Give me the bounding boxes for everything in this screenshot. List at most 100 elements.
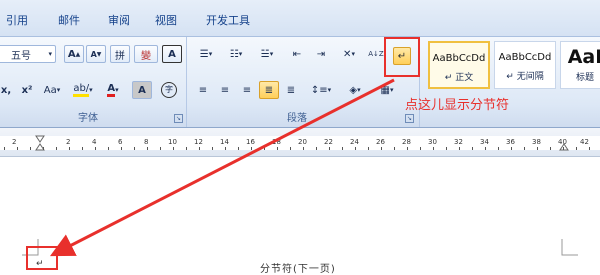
font-size-value: 五号 <box>11 50 31 62</box>
dialog-launcher-icon[interactable]: ↘ <box>174 114 183 123</box>
ruler-tick <box>82 147 83 150</box>
justify-button[interactable]: ≣ <box>259 81 279 99</box>
tab-view[interactable]: 视图 <box>155 12 177 28</box>
style-no-spacing[interactable]: AaBbCcDd ↵ 无间隔 <box>494 41 556 89</box>
char-shading-button[interactable]: A <box>132 81 152 99</box>
ruler-tick <box>420 147 421 150</box>
chevron-down-icon: ▾ <box>351 50 355 58</box>
dialog-launcher-icon[interactable]: ↘ <box>405 114 414 123</box>
change-case-button[interactable]: Aa ▾ <box>40 81 64 99</box>
ruler-label: 34 <box>480 138 489 146</box>
char-border-button[interactable]: A <box>162 45 182 63</box>
ruler-tick <box>537 147 538 150</box>
sort-button[interactable]: A↓Z <box>367 45 385 63</box>
highlight-paragraph-mark <box>26 246 58 270</box>
tab-developer[interactable]: 开发工具 <box>206 12 250 28</box>
decrease-indent-icon: ⇤ <box>292 48 302 60</box>
ruler-label: 2 <box>66 138 71 146</box>
enclose-char-button[interactable]: 字 <box>158 81 180 99</box>
first-line-indent-marker[interactable] <box>35 135 45 143</box>
ruler-label: 14 <box>220 138 229 146</box>
ruler-tick <box>277 147 278 150</box>
chevron-down-icon: ▾ <box>56 86 61 94</box>
shrink-font-button[interactable]: A ▼ <box>86 45 106 63</box>
traditional-chinese-button[interactable]: 變 <box>134 45 158 63</box>
ruler-tick <box>95 147 96 150</box>
ruler-tick <box>355 147 356 150</box>
ribbon-tab-bar: 引用 邮件 审阅 视图 开发工具 <box>0 0 600 36</box>
ruler-label: 26 <box>376 138 385 146</box>
clear-format-button[interactable]: x, <box>0 81 14 99</box>
chevron-down-icon: ▾ <box>208 50 213 58</box>
chevron-down-icon: ▾ <box>48 50 52 58</box>
align-left-button[interactable]: ≡ <box>193 81 213 99</box>
ruler-tick <box>511 147 512 150</box>
ruler-tick <box>173 147 174 150</box>
ruler-tick <box>212 147 213 150</box>
ruler-tick <box>4 147 5 150</box>
ruler-tick <box>446 147 447 150</box>
ruler-label: 18 <box>272 138 281 146</box>
style-heading[interactable]: AaI 标题 <box>560 41 600 89</box>
ruler-label: 24 <box>350 138 359 146</box>
chevron-down-icon: ▾ <box>269 50 274 58</box>
ruler-tick <box>186 147 187 150</box>
increase-indent-icon: ⇥ <box>316 48 326 60</box>
highlight-color-button[interactable]: ab/ ▾ <box>70 81 96 99</box>
ruler-label: 36 <box>506 138 515 146</box>
tab-mailings[interactable]: 邮件 <box>58 12 80 28</box>
ruler-tick <box>17 147 18 150</box>
style-normal[interactable]: AaBbCcDd ↵ 正文 <box>428 41 490 89</box>
align-center-button[interactable]: ≡ <box>215 81 235 99</box>
ruler-tick <box>56 147 57 150</box>
decrease-indent-button[interactable]: ⇤ <box>287 45 307 63</box>
ruler-label: 40 <box>558 138 567 146</box>
ribbon: 五号 ▾ A ▲ A ▼ 拼 變 A x, x² Aa ▾ ab/ ▾ A ▾ A 字… <box>0 36 600 128</box>
tab-review[interactable]: 审阅 <box>108 12 130 28</box>
ruler-tick <box>329 147 330 150</box>
ruler-label: 4 <box>92 138 97 146</box>
chevron-down-icon: ▾ <box>389 86 394 94</box>
ruler-tick <box>290 147 291 150</box>
superscript-button[interactable]: x² <box>18 81 36 99</box>
ruler-tick <box>147 147 148 150</box>
font-size-select[interactable]: 五号 ▾ <box>0 45 56 63</box>
numbering-button[interactable]: ☷ ▾ <box>223 45 249 63</box>
chevron-down-icon: ▾ <box>89 86 93 94</box>
tab-references[interactable]: 引用 <box>6 12 28 28</box>
styles-group: AaBbCcDd ↵ 正文 AaBbCcDd ↵ 无间隔 AaI 标题 <box>420 37 600 127</box>
ruler-label: 8 <box>144 138 149 146</box>
ruler-tick <box>238 147 239 150</box>
increase-indent-button[interactable]: ⇥ <box>311 45 331 63</box>
bullets-button[interactable]: ☰ ▾ <box>193 45 219 63</box>
borders-button[interactable]: ▦ ▾ <box>373 81 401 99</box>
line-spacing-button[interactable]: ↕≡ ▾ <box>307 81 335 99</box>
ruler-label: 6 <box>118 138 123 146</box>
font-color-button[interactable]: A ▾ <box>100 81 126 99</box>
shading-button[interactable]: ◈ ▾ <box>341 81 369 99</box>
ruler-tick <box>121 147 122 150</box>
ruler-tick <box>43 147 44 150</box>
document-page[interactable]: ↵ 分节符(下一页) <box>0 157 600 275</box>
ruler-label: 12 <box>194 138 203 146</box>
chinese-layout-icon: ✕ <box>343 48 352 60</box>
ruler-label: 32 <box>454 138 463 146</box>
ruler-tick <box>342 147 343 150</box>
ruler-tick <box>524 147 525 150</box>
multilevel-list-icon: ☱ <box>260 48 270 60</box>
grow-font-button[interactable]: A ▲ <box>64 45 84 63</box>
pinyin-guide-button[interactable]: 拼 <box>110 45 130 63</box>
align-left-icon: ≡ <box>198 84 208 96</box>
ruler-tick <box>69 147 70 150</box>
multilevel-list-button[interactable]: ☱ ▾ <box>253 45 281 63</box>
paint-bucket-icon: ◈ <box>349 84 358 96</box>
distributed-icon: ≣ <box>286 84 296 96</box>
ruler-tick <box>134 147 135 150</box>
ruler-label: 20 <box>298 138 307 146</box>
horizontal-ruler[interactable]: 2 2 4 6 8 10 12 14 16 18 20 22 24 26 28 … <box>0 128 600 157</box>
annotation-callout: 点这儿显示分节符 <box>405 98 510 113</box>
chinese-layout-button[interactable]: ✕ ▾ <box>335 45 363 63</box>
align-right-button[interactable]: ≡ <box>237 81 257 99</box>
distributed-button[interactable]: ≣ <box>281 81 301 99</box>
highlight-show-marks <box>384 37 420 77</box>
